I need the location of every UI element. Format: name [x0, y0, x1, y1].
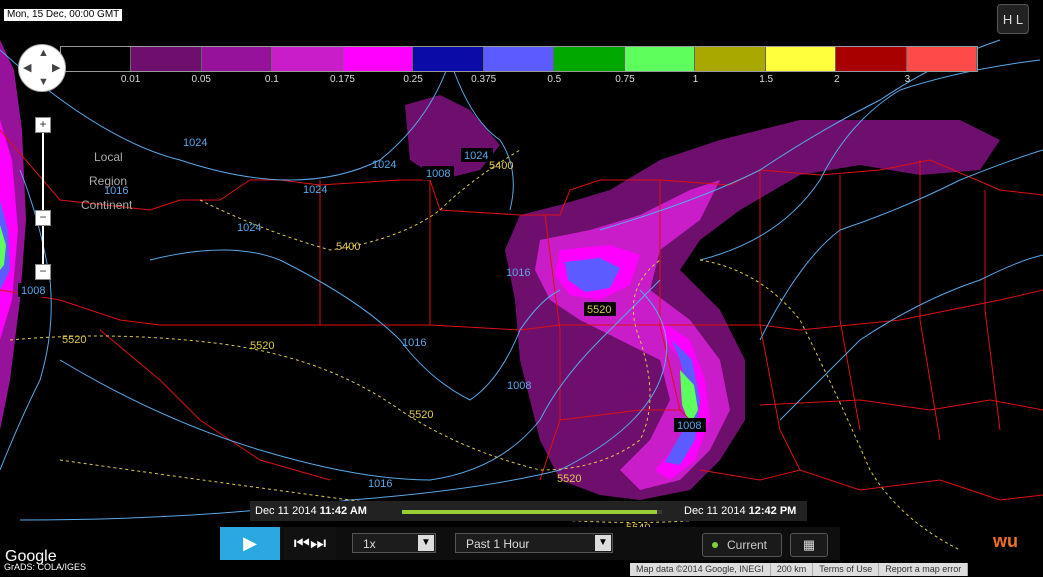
svg-text:1016: 1016: [506, 267, 530, 279]
svg-text:5520: 5520: [409, 409, 433, 421]
chevron-down-icon: ▼: [595, 535, 611, 551]
speed-select[interactable]: 1x ▼: [352, 533, 436, 553]
range-select[interactable]: Past 1 Hour ▼: [455, 533, 613, 553]
legend-swatch: [765, 47, 837, 71]
legend-tick-label: 3: [904, 74, 911, 85]
legend-swatch: [413, 47, 484, 71]
high-low-toggle-button[interactable]: H L: [997, 4, 1029, 34]
legend-tick-label: 0.75: [615, 74, 635, 85]
map-timestamp: Mon, 15 Dec, 00:00 GMT: [4, 9, 123, 21]
legend-tick-label: 1: [692, 74, 699, 85]
skip-buttons[interactable]: ⏮⏭: [284, 527, 336, 560]
svg-text:1008: 1008: [507, 380, 531, 392]
svg-text:1024: 1024: [303, 184, 327, 196]
map-data-credit: Map data ©2014 Google, INEGI: [630, 563, 771, 576]
legend-ticks: 0.01 0.05 0.1 0.175 0.25 0.375 0.5 0.75 1 1.5 2 3: [60, 72, 978, 86]
legend-swatch: [342, 47, 414, 71]
terms-link[interactable]: Terms of Use: [813, 563, 880, 576]
svg-text:1024: 1024: [183, 137, 207, 149]
svg-text:1024: 1024: [237, 222, 261, 234]
timeline-bar[interactable]: Dec 11 2014 11:42 AM Dec 11 2014 12:42 P…: [250, 501, 807, 521]
height-contours: [9, 149, 961, 551]
play-button[interactable]: ▶: [220, 527, 280, 560]
animation-controls: ▶ ⏮⏭ 1x ▼ Past 1 Hour ▼ Current ▦: [220, 527, 840, 560]
status-dot-icon: [712, 542, 718, 548]
legend-tick-label: 0.05: [191, 74, 211, 85]
legend-tick-label: 0.5: [547, 74, 562, 85]
precip-legend: 0.01 0.05 0.1 0.175 0.25 0.375 0.5 0.75 1 1.5 2 3: [60, 46, 978, 86]
svg-text:1016: 1016: [368, 478, 392, 490]
svg-text:5520: 5520: [557, 473, 581, 485]
legend-swatch: [483, 47, 555, 71]
pan-left-icon[interactable]: ◀: [23, 61, 31, 74]
wunderground-logo: wu: [993, 531, 1018, 551]
legend-tick-label: 1.5: [759, 74, 774, 85]
svg-text:5520: 5520: [250, 340, 274, 352]
zoom-out-button[interactable]: −: [35, 264, 51, 280]
legend-tick-label: 0.175: [329, 74, 355, 85]
scale-label: 200 km: [771, 563, 814, 576]
pan-control[interactable]: ▲ ▼ ◀ ▶: [18, 44, 66, 92]
legend-color-bar: [60, 46, 978, 72]
svg-text:1008: 1008: [677, 420, 701, 432]
legend-swatch: [624, 47, 696, 71]
chevron-down-icon: ▼: [418, 535, 434, 551]
svg-text:1008: 1008: [21, 285, 45, 297]
zoom-level-local[interactable]: Local: [94, 150, 123, 164]
legend-swatch: [836, 47, 907, 71]
legend-swatch: [695, 47, 766, 71]
precip-layer: [0, 40, 1000, 500]
zoom-slider-track[interactable]: [42, 124, 44, 272]
map-attribution: Map data ©2014 Google, INEGI 200 km Term…: [630, 563, 969, 576]
weather-map[interactable]: 1024 1024 1024 1024 1024 1008 1016 1016 …: [0, 0, 1043, 577]
svg-text:1008: 1008: [426, 168, 450, 180]
pan-right-icon[interactable]: ▶: [52, 61, 60, 74]
pan-down-icon[interactable]: ▼: [38, 76, 49, 88]
legend-swatch: [906, 47, 978, 71]
pan-up-icon[interactable]: ▲: [38, 47, 49, 59]
legend-tick-label: 0.25: [403, 74, 423, 85]
zoom-level-continent[interactable]: Continent: [81, 198, 132, 212]
svg-text:5520: 5520: [62, 334, 86, 346]
svg-text:1024: 1024: [372, 159, 396, 171]
legend-tick-label: 0.1: [264, 74, 279, 85]
legend-tick-label: 2: [833, 74, 840, 85]
report-error-link[interactable]: Report a map error: [879, 563, 969, 576]
svg-text:1016: 1016: [402, 337, 426, 349]
speed-value: 1x: [363, 537, 376, 551]
legend-tick-label: 0.375: [471, 74, 497, 85]
svg-text:5520: 5520: [587, 304, 611, 316]
legend-swatch: [554, 47, 625, 71]
zoom-slider-handle[interactable]: −: [35, 210, 51, 226]
timeline-progress[interactable]: [402, 510, 662, 514]
timeline-progress-fill: [402, 510, 657, 514]
svg-text:5400: 5400: [336, 241, 360, 253]
legend-swatch: [272, 47, 343, 71]
calendar-icon[interactable]: ▦: [790, 533, 828, 557]
timeline-end: Dec 11 2014 12:42 PM: [684, 505, 797, 517]
zoom-in-button[interactable]: +: [35, 117, 51, 133]
svg-text:1024: 1024: [464, 150, 488, 162]
timeline-start: Dec 11 2014 11:42 AM: [255, 505, 367, 517]
zoom-level-region[interactable]: Region: [89, 174, 127, 188]
legend-tick-label: 0.01: [120, 74, 141, 85]
legend-swatch: [201, 47, 273, 71]
svg-text:5400: 5400: [489, 160, 513, 172]
current-label: Current: [727, 538, 768, 552]
current-button[interactable]: Current: [702, 533, 782, 557]
legend-swatch: [61, 47, 132, 71]
range-value: Past 1 Hour: [466, 537, 530, 551]
legend-swatch: [131, 47, 202, 71]
grads-credit: GrADS: COLA/IGES: [4, 562, 87, 572]
